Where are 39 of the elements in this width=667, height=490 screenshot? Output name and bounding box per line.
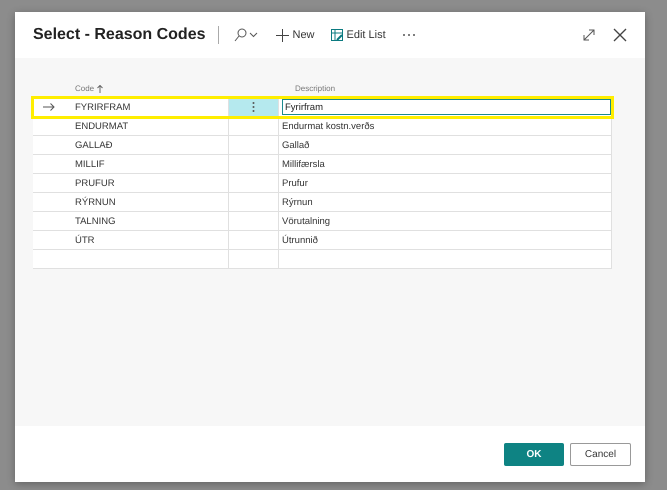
search-icon [234,28,260,42]
code-cell: RÝRNUN [75,196,116,208]
code-cell: FYRIRFRAM [75,102,130,112]
table-edit-icon [330,29,343,41]
code-cell: GALLAÐ [75,140,112,150]
dialog-title: Select - Reason Codes [33,26,206,44]
code-cell: ÚTR [75,234,95,246]
row-menu-icon[interactable] [252,101,255,113]
table-row[interactable]: ENDURMAT Endurmat kostn.verðs [33,117,612,136]
description-input[interactable]: Fyrirfram [282,99,611,115]
new-button[interactable]: New [272,26,318,44]
close-icon[interactable] [613,28,627,42]
more-icon [402,33,416,37]
table-row[interactable]: FYRIRFRAM Fyrirfram [33,98,612,117]
ok-button[interactable]: OK [504,442,564,466]
description-cell: Prufur [282,178,308,188]
plus-icon [276,28,288,42]
table-row[interactable]: GALLAÐ Gallað [33,136,612,155]
code-cell: PRUFUR [75,178,115,188]
cancel-button[interactable]: Cancel [570,442,631,466]
column-header[interactable]: Description [295,84,336,93]
description-cell: Rýrnun [282,196,313,208]
description-cell: Vörutalning [282,216,330,226]
code-cell: TALNING [75,216,116,226]
description-cell: Útrunnið [282,234,318,246]
code-cell: MILLIF [75,158,105,170]
description-cell: Endurmat kostn.verðs [282,120,374,132]
table-row[interactable]: RÝRNUN Rýrnun [33,193,612,212]
table-row[interactable]: ÚTR Útrunnið [33,231,612,250]
description-cell: Millifærsla [282,158,325,170]
edit-list-button[interactable]: Edit List [328,27,389,43]
expand-icon[interactable] [583,29,595,41]
code-cell: ENDURMAT [75,120,128,132]
table-row[interactable]: TALNING Vörutalning [33,212,612,231]
table-row[interactable]: MILLIF Millifærsla [33,155,612,174]
column-header[interactable]: Code [75,84,94,93]
description-cell: Gallað [282,140,310,150]
arrow-icon [43,103,55,111]
table-row[interactable]: PRUFUR Prufur [33,174,612,193]
